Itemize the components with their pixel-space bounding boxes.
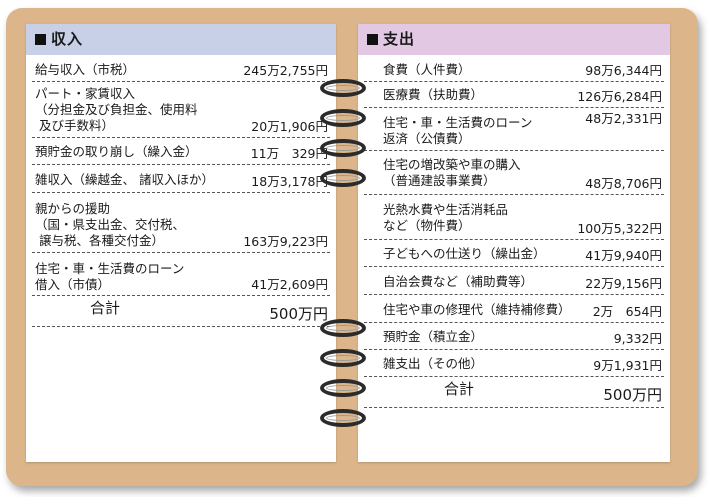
expense-row-label: 住宅・車・生活費のローン 返済（公債費） [383,115,533,146]
income-total-amount: 500万円 [269,305,328,323]
income-row-label: パート・家賃収入 （分担金及び負担金、使用料 及び手数料） [35,86,198,133]
income-row-label: 親からの援助 （国・県支出金、交付税、 譲与税、各種交付金） [35,201,186,248]
expense-row-amount: 2万 654円 [592,304,662,319]
expense-row: 光熱水費や生活消耗品 など（物件費） 100万5,322円 [364,195,664,240]
expense-row-label: 光熱水費や生活消耗品 など（物件費） [383,202,509,233]
income-row: 預貯金の取り崩し（繰入金） 11万 329円 [32,138,330,165]
income-row-amount: 163万9,223円 [243,234,328,249]
expense-row-label: 雑支出（その他） [383,356,484,371]
expense-row: 雑支出（その他） 9万1,931円 [364,350,664,377]
income-total-row: 合計 500万円 [32,296,330,327]
square-bullet-icon [367,34,378,45]
income-row: パート・家賃収入 （分担金及び負担金、使用料 及び手数料） 20万1,906円 [32,82,330,138]
income-row-label: 給与収入（市税） [35,62,136,77]
binding-ring-icon [320,379,366,397]
expense-row: 医療費（扶助費） 126万6,284円 [364,82,664,108]
binding-ring-icon [320,169,366,187]
expense-row-amount: 22万9,156円 [585,276,662,291]
expense-row-label: 住宅の増改築や車の購入 （普通建設事業費） [383,157,521,188]
income-row: 雑収入（繰越金、 諸収入ほか） 18万3,178円 [32,165,330,193]
expense-total-label: 合計 [444,380,475,398]
expense-row-amount: 41万9,940円 [585,248,662,263]
income-row: 住宅・車・生活費のローン 借入（市債） 41万2,609円 [32,253,330,296]
income-row-amount: 11万 329円 [250,146,328,161]
expense-row-label: 住宅や車の修理代（維持補修費） [383,302,571,317]
expense-row-label: 食費（人件費） [383,62,471,77]
expense-row: 住宅・車・生活費のローン 返済（公債費） 48万2,331円 [364,108,664,151]
binding-ring-icon [320,79,366,97]
expense-row-amount: 48万2,331円 [585,111,662,126]
expense-row-amount: 48万8,706円 [585,176,662,191]
income-row: 親からの援助 （国・県支出金、交付税、 譲与税、各種交付金） 163万9,223… [32,193,330,253]
expense-row: 食費（人件費） 98万6,344円 [364,59,664,82]
expense-row-amount: 9,332円 [613,331,662,346]
income-row-amount: 41万2,609円 [251,277,328,292]
expense-row-amount: 126万6,284円 [577,89,662,104]
binding-ring-icon [320,319,366,337]
income-row-label: 雑収入（繰越金、 諸収入ほか） [35,172,214,187]
expense-row-label: 自治会費など（補助費等） [383,274,534,289]
expense-row-label: 医療費（扶助費） [383,87,484,102]
expense-header: 支出 [358,24,670,55]
expense-row: 住宅や車の修理代（維持補修費） 2万 654円 [364,295,664,323]
income-page: 収入 給与収入（市税） 245万2,755円 パート・家賃収入 （分担金及び負担… [26,24,336,462]
expense-total-row: 合計 500万円 [364,377,664,408]
income-title: 収入 [51,30,84,48]
expense-title: 支出 [383,30,416,48]
expense-row-label: 子どもへの仕送り（繰出金） [383,246,546,261]
square-bullet-icon [35,34,46,45]
binding-ring-icon [320,409,366,427]
expense-row-amount: 100万5,322円 [577,221,662,236]
income-header: 収入 [26,24,336,55]
income-total-label: 合計 [90,299,121,317]
binding-ring-icon [320,109,366,127]
expense-row-amount: 98万6,344円 [585,63,662,78]
binding-ring-icon [320,139,366,157]
expense-total-amount: 500万円 [603,386,662,404]
expense-row-label: 預貯金（積立金） [383,329,484,344]
expense-row: 預貯金（積立金） 9,332円 [364,323,664,350]
income-row-label: 預貯金の取り崩し（繰入金） [35,144,198,159]
expense-page: 支出 食費（人件費） 98万6,344円 医療費（扶助費） 126万6,284円… [358,24,670,462]
expense-row: 子どもへの仕送り（繰出金） 41万9,940円 [364,240,664,267]
expense-row: 住宅の増改築や車の購入 （普通建設事業費） 48万8,706円 [364,151,664,195]
income-row-amount: 20万1,906円 [251,119,328,134]
income-row-amount: 245万2,755円 [243,63,328,78]
income-row-amount: 18万3,178円 [251,174,328,189]
binding-ring-icon [320,349,366,367]
income-row: 給与収入（市税） 245万2,755円 [32,59,330,82]
income-row-label: 住宅・車・生活費のローン 借入（市債） [35,261,185,292]
expense-row-amount: 9万1,931円 [593,358,662,373]
expense-row: 自治会費など（補助費等） 22万9,156円 [364,267,664,295]
